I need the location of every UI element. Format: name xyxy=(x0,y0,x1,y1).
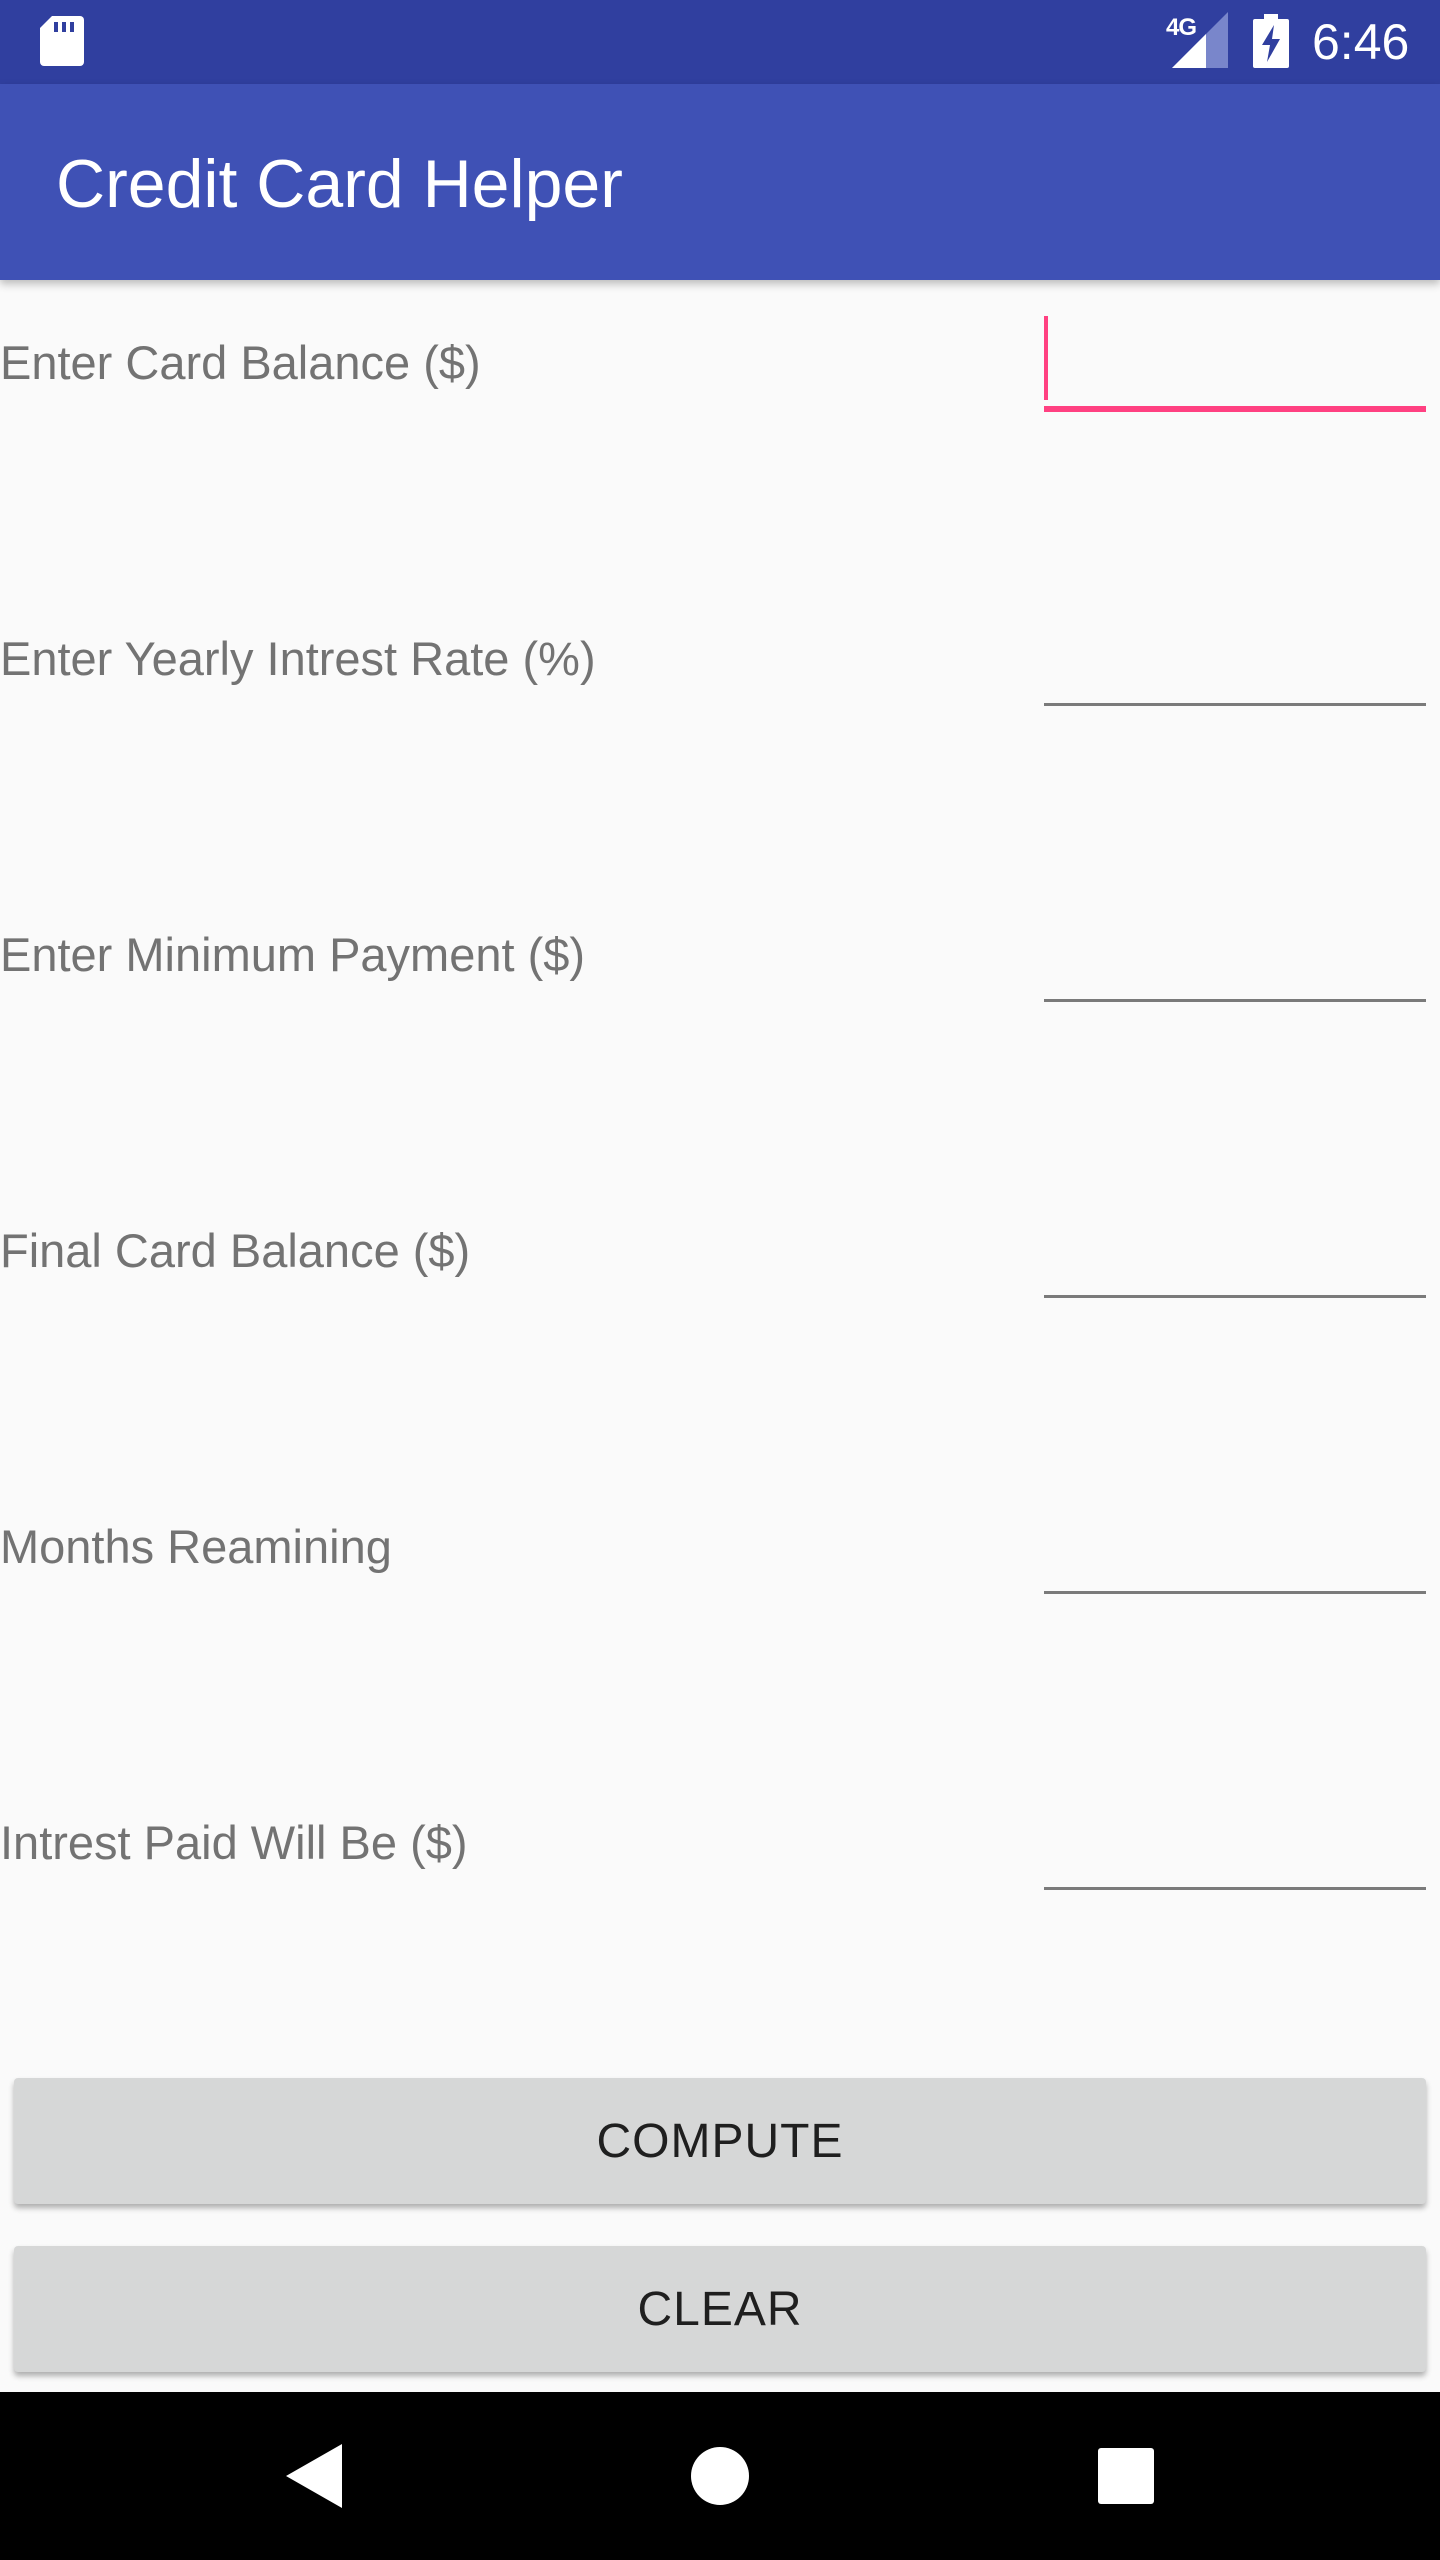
months-remaining-label: Months Reamining xyxy=(0,1520,392,1573)
compute-button[interactable]: COMPUTE xyxy=(14,2078,1426,2204)
minimum-payment-input[interactable] xyxy=(1044,902,1426,1002)
status-bar: 4G 6:46 xyxy=(0,0,1440,84)
app-bar: Credit Card Helper xyxy=(0,84,1440,280)
recent-apps-icon[interactable] xyxy=(1098,2448,1154,2504)
interest-rate-label: Enter Yearly Intrest Rate (%) xyxy=(0,632,596,685)
sd-card-icon xyxy=(40,16,84,66)
final-balance-input[interactable] xyxy=(1044,1198,1426,1298)
home-icon[interactable] xyxy=(690,2446,750,2506)
status-clock: 6:46 xyxy=(1312,14,1410,70)
card-balance-input[interactable] xyxy=(1044,312,1426,412)
interest-rate-input[interactable] xyxy=(1044,606,1426,706)
minimum-payment-label: Enter Minimum Payment ($) xyxy=(0,928,586,981)
text-cursor xyxy=(1044,316,1048,400)
back-icon[interactable] xyxy=(286,2444,342,2508)
interest-paid-label: Intrest Paid Will Be ($) xyxy=(0,1816,468,1869)
app-title: Credit Card Helper xyxy=(56,146,623,222)
months-remaining-input[interactable] xyxy=(1044,1494,1426,1594)
battery-charging-icon xyxy=(1253,14,1289,68)
navigation-bar xyxy=(0,2392,1440,2560)
final-balance-label: Final Card Balance ($) xyxy=(0,1224,471,1277)
card-balance-label: Enter Card Balance ($) xyxy=(0,336,481,389)
network-type-label: 4G xyxy=(1166,14,1197,41)
interest-paid-input[interactable] xyxy=(1044,1790,1426,1890)
clear-button[interactable]: CLEAR xyxy=(14,2246,1426,2372)
